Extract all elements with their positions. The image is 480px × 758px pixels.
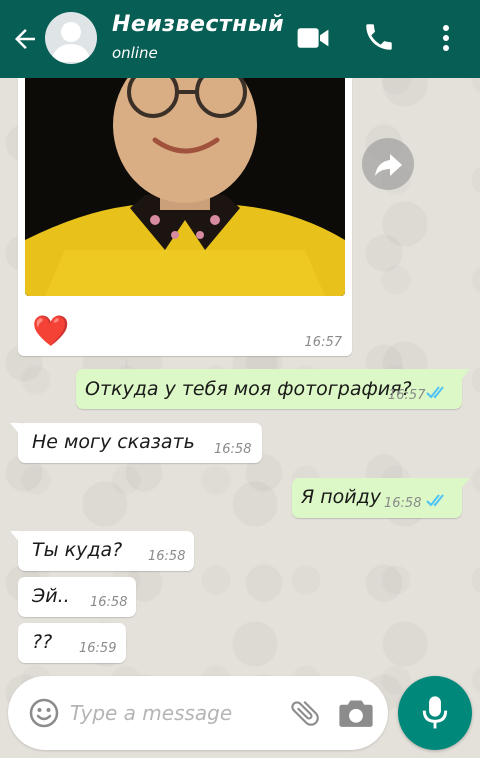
message-composer: [8, 676, 388, 750]
voice-record-button[interactable]: [398, 676, 472, 750]
message-outgoing[interactable]: Я пойду 16:58: [292, 478, 470, 518]
photo-thumbnail[interactable]: [25, 70, 345, 296]
message-outgoing[interactable]: Откуда у тебя моя фотография? 16:57: [76, 369, 470, 409]
bubble-tail: [458, 478, 470, 492]
video-camera-icon[interactable]: [296, 24, 330, 52]
attach-icon[interactable]: [288, 696, 322, 730]
avatar[interactable]: [45, 12, 97, 64]
message-text: Я пойду: [301, 486, 382, 508]
message-time: 16:58: [90, 595, 128, 610]
message-time: 16:58: [148, 549, 186, 564]
message-text: Эй..: [32, 585, 70, 607]
arrow-left-icon[interactable]: [10, 24, 40, 54]
read-receipt-icon: [426, 494, 444, 507]
message-text: Откуда у тебя моя фотография?: [85, 378, 412, 400]
message-time: 16:59: [79, 641, 117, 656]
chat-header: Неизвестный online: [0, 0, 480, 78]
contact-status: online: [112, 44, 158, 62]
bubble-tail: [10, 531, 22, 545]
message-time: 16:58: [384, 496, 422, 511]
emoji-icon[interactable]: [28, 697, 60, 729]
camera-icon[interactable]: [338, 696, 374, 730]
portrait-photo: [25, 70, 345, 296]
forward-icon: [375, 154, 402, 176]
message-incoming[interactable]: Ты куда? 16:58: [10, 531, 194, 571]
forward-button[interactable]: [362, 138, 414, 190]
message-incoming[interactable]: Эй.. 16:58: [18, 577, 136, 617]
heart-emoji: ❤️: [32, 314, 70, 349]
message-incoming[interactable]: Не могу сказать 16:58: [10, 423, 262, 463]
default-avatar-icon: [51, 22, 91, 62]
message-input[interactable]: [70, 696, 280, 730]
message-time: 16:57: [388, 388, 426, 403]
bubble-tail: [458, 369, 470, 383]
message-time: 16:57: [304, 335, 342, 350]
message-text: Не могу сказать: [32, 431, 195, 453]
message-text: Ты куда?: [32, 539, 123, 561]
phone-icon[interactable]: [362, 20, 396, 54]
read-receipt-icon: [426, 386, 444, 399]
image-message[interactable]: ❤️ 16:57: [18, 70, 352, 356]
more-vertical-icon[interactable]: [434, 22, 458, 54]
contact-name[interactable]: Неизвестный: [112, 12, 284, 37]
message-time: 16:58: [214, 442, 252, 457]
message-text: ??: [32, 631, 53, 653]
message-incoming[interactable]: ?? 16:59: [18, 623, 126, 663]
bubble-tail: [10, 423, 22, 437]
microphone-icon: [422, 696, 448, 729]
